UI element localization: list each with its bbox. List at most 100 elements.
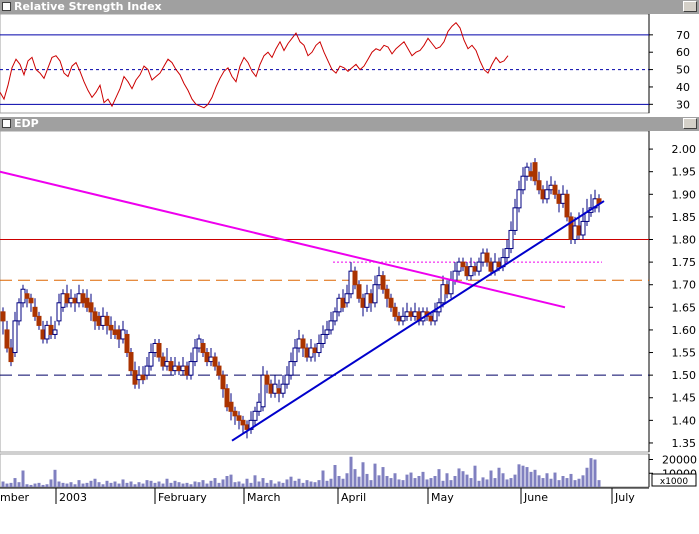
candle-body: [296, 338, 302, 349]
candle-body: [452, 270, 458, 281]
volume-bar: [333, 465, 337, 487]
volume-bar: [521, 465, 525, 487]
candle-body: [548, 184, 554, 191]
candle-body: [52, 329, 58, 335]
volume-bar: [245, 478, 249, 487]
month-label: March: [247, 491, 281, 504]
candle-body: [196, 338, 202, 349]
candle-body: [188, 361, 194, 376]
candle-body: [348, 270, 354, 295]
candle-body: [360, 297, 366, 308]
rsi-tick-label: 40: [676, 81, 690, 94]
candle-body: [76, 293, 82, 304]
volume-bar: [125, 482, 129, 487]
candle-body: [192, 347, 198, 363]
rsi-chart: 70 60 50 40 30: [0, 13, 690, 114]
candle-body: [184, 365, 190, 376]
candle-body: [564, 193, 570, 218]
candle-body: [312, 347, 318, 354]
volume-bar: [489, 470, 493, 487]
volume-bar: [373, 463, 377, 487]
volume-bar: [301, 482, 305, 487]
volume-bar: [445, 473, 449, 487]
volume-bar: [365, 473, 369, 487]
month-label: mber: [0, 491, 29, 504]
candle-body: [204, 352, 210, 363]
candle-body: [404, 311, 410, 317]
candle-body: [340, 297, 346, 308]
candle-body: [508, 229, 514, 250]
volume-bar: [405, 474, 409, 487]
volume-bar: [541, 478, 545, 487]
volume-bar: [53, 469, 57, 487]
volume-bar: [401, 480, 405, 487]
candle-body: [140, 374, 146, 381]
candle-body: [544, 189, 550, 200]
candle-body: [368, 293, 374, 304]
volume-bar: [477, 480, 481, 487]
volume-bar: [525, 467, 529, 487]
candle-body: [24, 293, 30, 299]
candle-body: [176, 365, 182, 372]
candle-body: [80, 293, 86, 304]
volume-bar: [589, 458, 593, 487]
candle-body: [456, 261, 462, 272]
volume-bar: [209, 480, 213, 487]
volume-bar: [341, 478, 345, 487]
volume-bar: [57, 481, 61, 487]
candle-body: [428, 315, 434, 322]
candle-body: [364, 293, 370, 308]
candle-body: [540, 189, 546, 200]
price-tick-label: 1.35: [672, 437, 697, 450]
candle-body: [256, 401, 262, 412]
candle-body: [272, 383, 278, 394]
candle-body: [464, 266, 470, 277]
candle-body: [532, 162, 538, 182]
volume-bar: [181, 483, 185, 487]
volume-bar: [425, 479, 429, 487]
candle-body: [56, 302, 62, 322]
volume-bar: [277, 481, 281, 487]
candle-body: [124, 333, 130, 354]
month-label: June: [523, 491, 548, 504]
candle-body: [4, 329, 10, 349]
volume-bar: [509, 478, 513, 487]
candle-body: [300, 338, 306, 349]
candle-body: [224, 388, 230, 408]
chart-window: Relative Strength Index EDP 70 60 50 40 30 2…: [0, 0, 699, 534]
candle-body: [536, 180, 542, 191]
candle-body: [208, 356, 214, 363]
candle-body: [252, 410, 258, 421]
candle-body: [284, 374, 290, 385]
candle-body: [12, 320, 18, 354]
volume-bar: [225, 476, 229, 487]
volume-bar: [153, 482, 157, 487]
candle-body: [332, 311, 338, 322]
rsi-tick-label: 30: [676, 98, 690, 111]
candle-body: [512, 207, 518, 231]
candle-body: [84, 297, 90, 308]
candle-body: [240, 419, 246, 426]
volume-bar: [321, 470, 325, 487]
candle-body: [344, 293, 350, 304]
volume-bar: [577, 478, 581, 487]
month-label: July: [614, 491, 635, 504]
candle-body: [104, 315, 110, 326]
candle-body: [60, 293, 66, 308]
candle-body: [28, 297, 34, 304]
volume-bar: [529, 471, 533, 487]
candle-body: [320, 333, 326, 344]
volume-bar: [549, 478, 553, 487]
candle-body: [556, 193, 562, 204]
candle-body: [220, 374, 226, 390]
candle-body: [372, 284, 378, 304]
candle-body: [96, 315, 102, 326]
candle-body: [200, 342, 206, 354]
candle-body: [8, 347, 14, 363]
rsi-plot-area: [0, 13, 650, 114]
volume-unit-label: x1000: [660, 477, 689, 487]
volume-bar: [569, 473, 573, 487]
volume-bar: [141, 483, 145, 487]
candle-body: [168, 361, 174, 372]
price-tick-label: 1.40: [672, 414, 697, 427]
